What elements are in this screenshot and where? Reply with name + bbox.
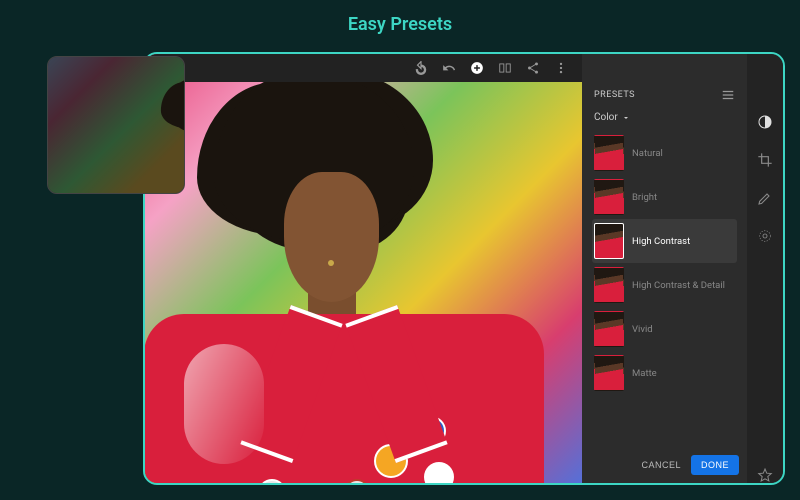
brush-tool-icon[interactable]: [757, 190, 773, 206]
dropdown-label: Color: [594, 112, 618, 123]
preset-item[interactable]: Bright: [592, 175, 737, 219]
overflow-icon[interactable]: [554, 61, 568, 75]
preset-thumbnail: [594, 267, 624, 303]
undo-icon[interactable]: [442, 61, 456, 75]
preset-item[interactable]: Vivid: [592, 307, 737, 351]
top-toolbar: [145, 54, 582, 82]
preset-label: High Contrast & Detail: [632, 280, 725, 291]
chevron-down-icon: [622, 114, 630, 122]
preset-thumbnail: [594, 223, 624, 259]
share-icon[interactable]: [526, 61, 540, 75]
back-icon[interactable]: [414, 61, 428, 75]
preset-thumbnail: [594, 311, 624, 347]
presets-tool-icon[interactable]: [757, 114, 773, 130]
preset-label: Vivid: [632, 324, 653, 335]
original-thumbnail: [47, 56, 185, 194]
preset-thumbnail: [594, 355, 624, 391]
preset-thumbnail: [594, 135, 624, 171]
preset-category-dropdown[interactable]: Color: [582, 108, 747, 131]
preset-thumbnail: [594, 179, 624, 215]
adjust-tool-icon[interactable]: [757, 228, 773, 244]
presets-panel: PRESETS Color Natural Bright High Contrast…: [582, 54, 747, 483]
preset-label: Matte: [632, 368, 657, 379]
cancel-button[interactable]: CANCEL: [631, 455, 691, 475]
panel-title: PRESETS: [594, 90, 635, 100]
tool-rail: [747, 54, 783, 483]
main-preview[interactable]: [145, 54, 582, 483]
page-title: Easy Presets: [0, 0, 800, 47]
editor-window: PRESETS Color Natural Bright High Contrast…: [143, 52, 785, 485]
preset-label: Natural: [632, 148, 663, 159]
preset-list: Natural Bright High Contrast High Contrast …: [582, 131, 747, 449]
preset-item[interactable]: High Contrast: [592, 219, 737, 263]
preset-item[interactable]: Natural: [592, 131, 737, 175]
crop-tool-icon[interactable]: [757, 152, 773, 168]
done-button[interactable]: DONE: [691, 455, 739, 475]
preset-item[interactable]: High Contrast & Detail: [592, 263, 737, 307]
favorite-icon[interactable]: [757, 467, 773, 483]
preset-label: High Contrast: [632, 236, 690, 247]
preset-item[interactable]: Matte: [592, 351, 737, 395]
preset-label: Bright: [632, 192, 657, 203]
panel-menu-icon[interactable]: [721, 88, 735, 102]
compare-icon[interactable]: [498, 61, 512, 75]
add-icon[interactable]: [470, 61, 484, 75]
